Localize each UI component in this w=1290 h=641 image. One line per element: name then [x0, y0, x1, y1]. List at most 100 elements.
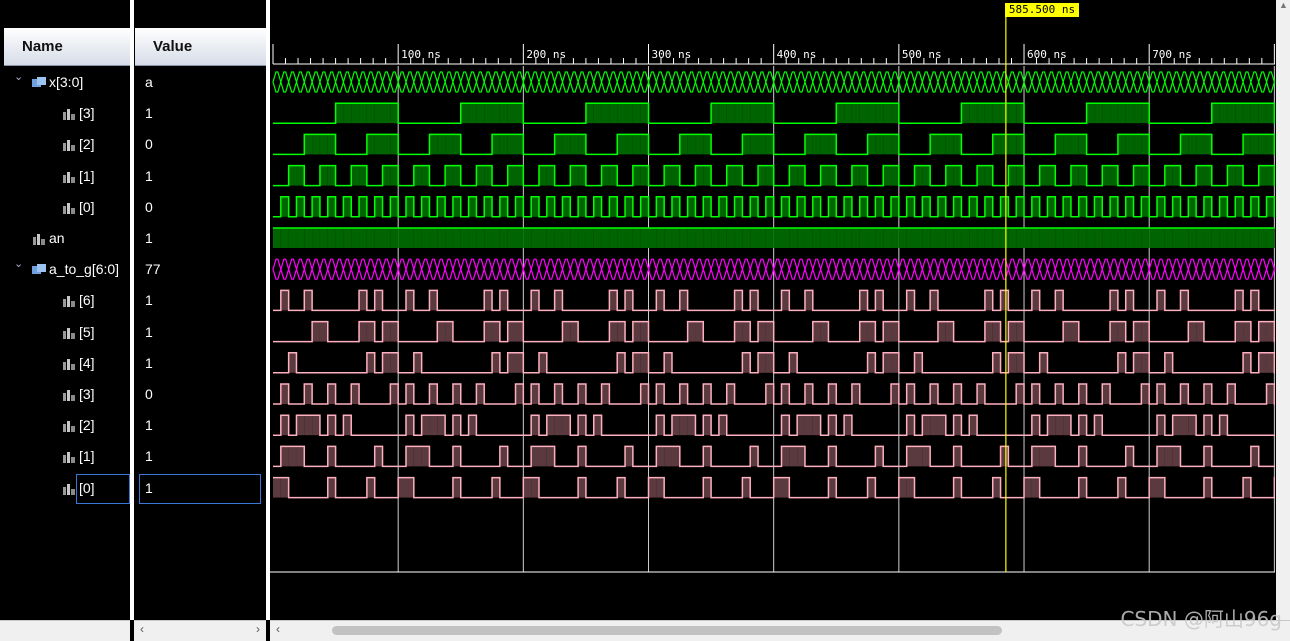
- x-bit-trace-fill: [390, 165, 399, 186]
- x-bit-trace-fill: [578, 134, 586, 155]
- segment-bit-trace-fill: [280, 446, 289, 467]
- cursor-time-label[interactable]: 585.500 ns: [1004, 3, 1080, 17]
- x-bit-trace-fill: [374, 134, 383, 155]
- segment-bit-trace-fill: [664, 446, 672, 467]
- signal-value: 0: [145, 136, 153, 153]
- x-bit-trace-fill: [718, 196, 727, 217]
- expand-chevron-icon[interactable]: ⌄: [14, 70, 23, 83]
- an-trace-fill: [476, 228, 485, 248]
- segment-bit-trace-fill: [625, 446, 633, 467]
- segment-bit-trace-fill: [437, 415, 446, 436]
- x-bit-trace-fill: [1211, 103, 1220, 124]
- x-bit-trace-fill: [405, 196, 414, 217]
- segment-bit-trace-fill: [1219, 415, 1228, 436]
- segment-bit-trace-fill: [1117, 352, 1126, 373]
- x-bit-trace-fill: [1125, 134, 1134, 155]
- signal-name[interactable]: [2]: [79, 134, 95, 154]
- x-bit-trace-fill: [601, 165, 610, 186]
- name-column-header[interactable]: Name: [4, 28, 130, 66]
- signal-name[interactable]: [4]: [79, 353, 95, 373]
- scroll-left-icon[interactable]: ‹: [140, 622, 144, 636]
- x-bit-trace-fill: [937, 196, 946, 217]
- signal-name[interactable]: a_to_g[6:0]: [49, 259, 119, 279]
- x-bit-trace-fill: [507, 103, 516, 124]
- waveform-viewer: Name Value ⌄ x[3:0] [3] [2] [1] [0] an ⌄ a_to_g[…: [0, 0, 1290, 641]
- an-trace-fill: [625, 228, 633, 248]
- an-trace-fill: [640, 228, 649, 248]
- segment-bit-trace-fill: [1024, 477, 1032, 498]
- x-bit-trace-fill: [828, 134, 837, 155]
- x-bit-trace-fill: [687, 134, 696, 155]
- x-bit-trace-fill: [609, 165, 618, 186]
- x-bit-trace-fill: [538, 165, 547, 186]
- segment-bit-trace-fill: [703, 477, 712, 498]
- segment-bit-trace-fill: [656, 290, 665, 311]
- x-bit-trace-fill: [312, 134, 320, 155]
- vertical-scrollbar[interactable]: ▲: [1276, 0, 1290, 620]
- segment-bit-trace-fill: [288, 446, 297, 467]
- x-bit-trace-fill: [961, 103, 970, 124]
- name-value-divider[interactable]: [130, 0, 134, 620]
- x-bit-trace-fill: [1243, 103, 1251, 124]
- segment-bit-trace-fill: [366, 352, 375, 373]
- segment-bit-trace-fill: [750, 446, 759, 467]
- segment-bit-trace-fill: [1235, 321, 1244, 342]
- segment-bit-trace-fill: [820, 321, 829, 342]
- signal-name[interactable]: [0]: [79, 197, 95, 217]
- segment-bit-trace-fill: [1141, 384, 1150, 404]
- segment-bit-trace-fill: [883, 352, 892, 373]
- waveform-area[interactable]: 100 ns 200 ns 300 ns 400 ns 500 ns 600 ns 700 …: [270, 0, 1275, 620]
- an-trace-fill: [742, 228, 751, 248]
- scroll-right-icon[interactable]: ›: [256, 622, 260, 636]
- segment-bit-trace-fill: [1055, 290, 1064, 311]
- an-trace-fill: [374, 228, 383, 248]
- segment-bit-trace-fill: [538, 446, 547, 467]
- x-bit-trace-fill: [413, 165, 422, 186]
- x-bit-trace-fill: [1102, 165, 1111, 186]
- signal-name[interactable]: [3]: [79, 384, 95, 404]
- value-pane-scrollbar[interactable]: ‹ ›: [134, 620, 266, 641]
- segment-bit-trace-fill: [1047, 415, 1056, 436]
- x-bit-trace-fill: [319, 134, 328, 155]
- scroll-left-icon[interactable]: ‹: [276, 622, 280, 636]
- expand-chevron-icon[interactable]: ⌄: [14, 257, 23, 270]
- segment-bit-trace-fill: [327, 384, 336, 404]
- selected-name-box[interactable]: [76, 473, 130, 504]
- scrollbar-thumb[interactable]: [332, 626, 1002, 635]
- x-bit-trace-fill: [804, 134, 813, 155]
- x-bit-trace-fill: [765, 165, 774, 186]
- an-trace-fill: [820, 228, 829, 248]
- scroll-up-icon[interactable]: ▲: [1279, 0, 1288, 10]
- an-trace-fill: [554, 228, 563, 248]
- signal-name[interactable]: [1]: [79, 166, 95, 186]
- segment-bit-trace-fill: [374, 290, 383, 311]
- signal-name[interactable]: x[3:0]: [49, 72, 83, 92]
- an-trace-fill: [484, 228, 493, 248]
- segment-bit-trace-fill: [531, 477, 539, 498]
- an-trace-fill: [883, 228, 892, 248]
- signal-name[interactable]: [1]: [79, 446, 95, 466]
- value-column-header[interactable]: Value: [135, 28, 266, 66]
- an-trace-fill: [844, 228, 852, 248]
- signal-name[interactable]: an: [49, 228, 65, 248]
- x-bit-trace-fill: [1235, 165, 1244, 186]
- signal-name[interactable]: [6]: [79, 290, 95, 310]
- segment-bit-trace-fill: [922, 446, 931, 467]
- signal-name[interactable]: [3]: [79, 103, 95, 123]
- an-trace-fill: [664, 228, 672, 248]
- signal-name[interactable]: [5]: [79, 322, 95, 342]
- signal-name[interactable]: [2]: [79, 415, 95, 435]
- an-trace-fill: [1149, 228, 1158, 248]
- segment-bit-trace-fill: [437, 321, 446, 342]
- an-trace-fill: [515, 228, 524, 248]
- segment-bit-trace-fill: [452, 477, 461, 498]
- selected-value-box[interactable]: [139, 473, 261, 504]
- an-trace-fill: [445, 228, 453, 248]
- x-bit-trace-fill: [492, 103, 500, 124]
- segment-bit-trace-fill: [671, 415, 680, 436]
- segment-bit-trace-fill: [382, 321, 391, 342]
- segment-bit-trace-fill: [429, 290, 438, 311]
- segment-bit-trace-fill: [366, 477, 375, 498]
- x-bit-trace-fill: [390, 196, 399, 217]
- segment-bit-trace-fill: [1078, 446, 1087, 467]
